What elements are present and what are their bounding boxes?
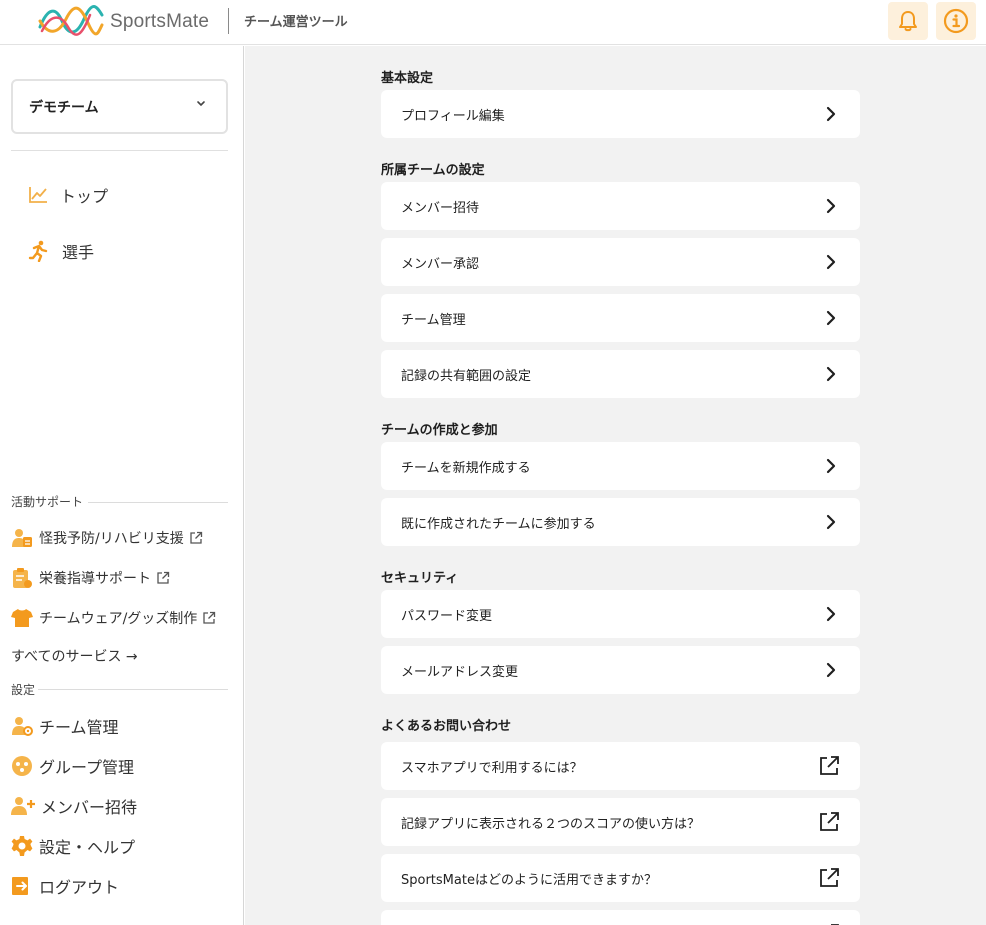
external-link-icon	[157, 571, 170, 584]
settings-item-invite-member[interactable]: メンバー招待	[11, 793, 137, 819]
wave-logo-icon	[38, 5, 104, 36]
support-item-label: 栄養指導サポート	[39, 571, 151, 587]
group-title-security: セキュリティ	[381, 571, 459, 586]
group-title-create-join: チームの作成と参加	[381, 423, 498, 438]
chevron-right-icon	[826, 310, 836, 326]
doctor-icon	[12, 529, 32, 547]
user-plus-icon	[11, 797, 35, 815]
menu-row-label: チームを新規作成する	[401, 460, 531, 476]
settings-item-label: チーム管理	[39, 718, 119, 737]
menu-row-invite-member[interactable]: メンバー招待	[381, 182, 860, 230]
group-title-basic: 基本設定	[381, 71, 434, 86]
support-item-nutrition[interactable]: 栄養指導サポート	[11, 566, 170, 590]
sidebar: デモチーム トップ 選手 活動サポート 怪我予防/リハビリ支援 栄養指導サポート…	[0, 46, 244, 925]
clipboard-icon	[13, 568, 32, 588]
menu-row-change-password[interactable]: パスワード変更	[381, 590, 860, 638]
sportsmate-logo[interactable]: SportsMate	[38, 5, 209, 39]
menu-row-label: 記録の共有範囲の設定	[401, 368, 532, 384]
sidebar-item-label: 選手	[62, 243, 95, 262]
menu-row-record-sharing[interactable]: 記録の共有範囲の設定	[381, 350, 860, 398]
top-header: SportsMate チーム運営ツール	[0, 0, 986, 45]
settings-main: 基本設定 プロフィール編集 所属チームの設定 メンバー招待 メンバー承認 チーム…	[245, 46, 986, 925]
team-select[interactable]: デモチーム	[11, 79, 228, 134]
menu-row-label: プロフィール編集	[401, 108, 505, 124]
sidebar-item-players[interactable]: 選手	[28, 239, 94, 263]
menu-row-label: メンバー招待	[401, 200, 480, 216]
chevron-right-icon	[826, 514, 836, 530]
menu-row-label: スマホアプリで利用するには？	[401, 760, 583, 776]
support-item-label: 怪我予防/リハビリ支援	[39, 531, 184, 547]
sidebar-divider	[11, 150, 228, 151]
team-select-value: デモチーム	[29, 99, 99, 116]
logout-icon	[12, 877, 28, 895]
menu-row-label: チーム管理	[401, 312, 466, 328]
chevron-right-icon	[826, 106, 836, 122]
menu-row-profile-edit[interactable]: プロフィール編集	[381, 90, 860, 138]
info-icon	[943, 8, 969, 34]
info-button[interactable]	[936, 2, 976, 40]
support-item-injury[interactable]: 怪我予防/リハビリ支援	[11, 526, 203, 550]
tshirt-icon	[11, 609, 33, 627]
external-link-icon	[820, 812, 839, 831]
faq-row-smartphone-app[interactable]: スマホアプリで利用するには？	[381, 742, 860, 790]
settings-item-logout[interactable]: ログアウト	[11, 873, 119, 899]
group-title-faq: よくあるお問い合わせ	[381, 719, 512, 734]
menu-row-label: メールアドレス変更	[401, 664, 519, 680]
logo-text: SportsMate	[110, 11, 210, 32]
menu-row-create-team[interactable]: チームを新規作成する	[381, 442, 860, 490]
menu-row-label: 記録アプリに表示される２つのスコアの使い方は？	[401, 816, 701, 832]
menu-row-change-email[interactable]: メールアドレス変更	[381, 646, 860, 694]
settings-item-label: ログアウト	[39, 878, 120, 897]
external-link-icon	[190, 531, 202, 544]
faq-row-how-to-use[interactable]: SportsMateはどのように活用できますか？	[381, 854, 860, 902]
menu-row-join-team[interactable]: 既に作成されたチームに参加する	[381, 498, 860, 546]
chart-line-icon	[29, 187, 47, 203]
external-link-icon	[820, 868, 839, 887]
menu-row-approve-member[interactable]: メンバー承認	[381, 238, 860, 286]
support-item-teamwear[interactable]: チームウェア/グッズ制作	[11, 606, 216, 630]
chevron-right-icon	[826, 458, 836, 474]
user-gear-icon	[12, 717, 33, 736]
group-icon	[12, 756, 32, 776]
logo-divider	[228, 8, 229, 34]
settings-item-label: 設定・ヘルプ	[39, 838, 136, 857]
all-services-link[interactable]: すべてのサービス →	[11, 646, 138, 666]
group-title-team-settings: 所属チームの設定	[381, 163, 485, 178]
settings-item-group-management[interactable]: グループ管理	[11, 753, 134, 779]
chevron-right-icon	[826, 366, 836, 382]
gear-icon	[11, 836, 33, 856]
sidebar-item-label: トップ	[60, 187, 109, 206]
notification-button[interactable]	[888, 2, 928, 40]
external-link-icon	[820, 756, 839, 775]
chevron-right-icon	[826, 662, 836, 678]
chevron-right-icon	[826, 198, 836, 214]
app-subtitle: チーム運営ツール	[244, 15, 348, 30]
menu-row-label: SportsMateはどのように活用できますか？	[401, 872, 657, 888]
chevron-right-icon	[826, 606, 836, 622]
settings-item-settings-help[interactable]: 設定・ヘルプ	[11, 833, 135, 859]
menu-row-label: 既に作成されたチームに参加する	[401, 516, 596, 532]
runner-icon	[28, 240, 48, 262]
chevron-right-icon	[826, 254, 836, 270]
settings-item-label: メンバー招待	[41, 798, 138, 817]
bell-icon	[899, 11, 917, 32]
support-item-label: チームウェア/グッズ制作	[39, 611, 198, 627]
menu-row-label: メンバー承認	[401, 256, 480, 272]
support-section-line	[88, 502, 228, 503]
faq-row-partial[interactable]	[381, 910, 860, 925]
sidebar-item-top[interactable]: トップ	[28, 183, 108, 207]
external-link-icon	[203, 611, 216, 624]
chevron-down-icon	[197, 101, 205, 107]
faq-row-two-scores[interactable]: 記録アプリに表示される２つのスコアの使い方は？	[381, 798, 860, 846]
settings-item-label: グループ管理	[39, 758, 135, 777]
settings-section-title: 設定	[11, 683, 36, 697]
menu-row-label: パスワード変更	[401, 608, 493, 624]
settings-section-line	[38, 689, 228, 690]
support-section-title: 活動サポート	[11, 495, 84, 509]
menu-row-team-management[interactable]: チーム管理	[381, 294, 860, 342]
settings-item-team-management[interactable]: チーム管理	[11, 713, 119, 739]
